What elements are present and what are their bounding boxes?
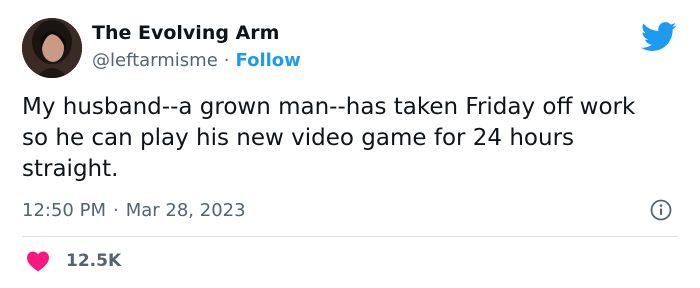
like-count[interactable]: 12.5K [66, 251, 121, 271]
tweet-text: My husband--a grown man--has taken Frida… [22, 94, 636, 182]
tweet-timestamp[interactable]: 12:50 PM · Mar 28, 2023 [22, 200, 246, 221]
display-name[interactable]: The Evolving Arm [92, 22, 279, 44]
timestamp-separator: · [112, 200, 119, 221]
like-row: 12.5K [26, 248, 121, 274]
follow-button[interactable]: Follow [236, 50, 301, 71]
heart-icon[interactable] [26, 250, 50, 272]
avatar-image [22, 18, 82, 78]
tweet-date: Mar 28, 2023 [125, 200, 246, 221]
handle-row: @leftarmisme · Follow [92, 50, 301, 71]
user-handle[interactable]: @leftarmisme [92, 50, 218, 71]
tweet-card: The Evolving Arm @leftarmisme · Follow My … [0, 0, 700, 288]
twitter-bird-icon[interactable] [641, 22, 677, 52]
divider [22, 236, 678, 237]
tweet-time: 12:50 PM [22, 200, 106, 221]
info-icon[interactable] [650, 199, 672, 221]
handle-separator: · [223, 50, 230, 71]
avatar[interactable] [22, 18, 82, 78]
